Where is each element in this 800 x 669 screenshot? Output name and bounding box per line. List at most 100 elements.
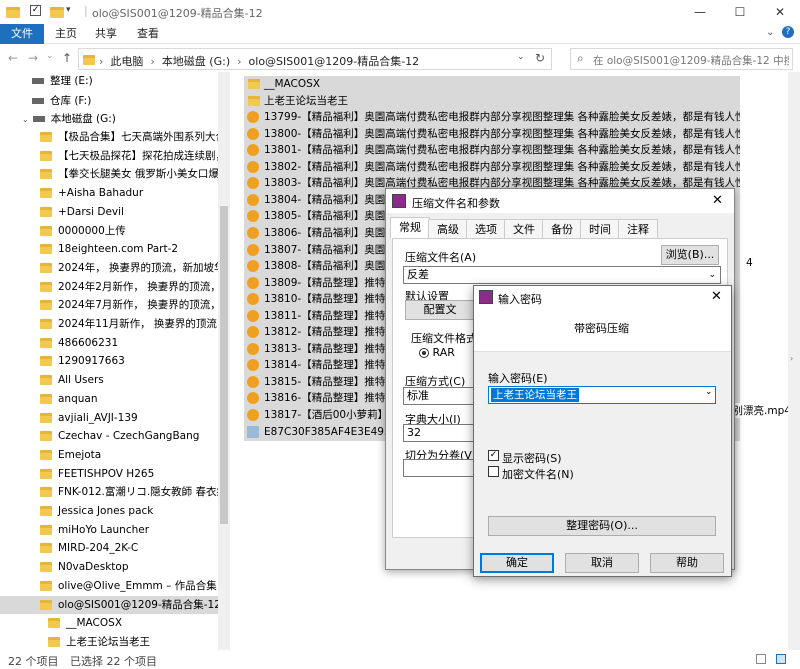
- back-icon[interactable]: ←: [8, 51, 18, 65]
- nav-folder-item[interactable]: N0vaDesktop: [40, 558, 218, 576]
- nav-folder-item[interactable]: 2024年， 换妻界的顶流，新加坡华裔【: [40, 259, 218, 277]
- minimize-button[interactable]: —: [680, 0, 720, 24]
- profiles-button[interactable]: 配置文: [405, 300, 475, 320]
- up-icon[interactable]: ↑: [62, 51, 72, 65]
- nav-folder-item[interactable]: MIRD-204_2K-C: [40, 539, 218, 557]
- file-row[interactable]: 13801-【精品福利】奥園高端付费私密电报群内部分享视图整理集 各种露脸美女反…: [244, 142, 740, 160]
- encrypt-names-checkbox[interactable]: [488, 466, 499, 477]
- ok-button[interactable]: 确定: [480, 553, 554, 573]
- format-rar-radio[interactable]: RAR: [419, 346, 455, 359]
- archive-close-icon[interactable]: ✕: [712, 193, 723, 208]
- tab-share[interactable]: 共享: [88, 24, 124, 44]
- recent-locations-icon[interactable]: ⌄: [46, 51, 54, 61]
- split-volumes-input[interactable]: [403, 459, 475, 477]
- nav-folder-item[interactable]: FNK-012.富潮リコ.隠女教師 春衣痴漢: [40, 483, 218, 501]
- nav-folder-item[interactable]: 2024年11月新作， 换妻界的顶流，【爱: [40, 315, 218, 333]
- expand-arrow-icon[interactable]: ⌄: [22, 115, 29, 124]
- tab-comment[interactable]: 注释: [618, 219, 658, 239]
- tab-backup[interactable]: 备份: [542, 219, 582, 239]
- nav-folder-item[interactable]: Emejota: [40, 446, 218, 464]
- file-row[interactable]: 13799-【精品福利】奥園高端付费私密电报群内部分享视图整理集 各种露脸美女反…: [244, 109, 740, 127]
- nav-drive-g[interactable]: ⌄ 本地磁盘 (G:): [22, 110, 116, 128]
- nav-folder-item[interactable]: __MACOSX: [48, 614, 218, 632]
- properties-check-icon[interactable]: ✓: [30, 5, 41, 16]
- nav-scrollbar[interactable]: [218, 72, 230, 650]
- cancel-button[interactable]: 取消: [565, 553, 639, 573]
- nav-drive-f[interactable]: 仓库 (F:): [32, 92, 91, 110]
- file-name: 上老王论坛当老王: [264, 94, 348, 107]
- close-window-button[interactable]: ✕: [760, 0, 800, 24]
- nav-folder-item[interactable]: Czechav - CzechGangBang: [40, 427, 218, 445]
- forward-icon[interactable]: →: [28, 51, 38, 65]
- help-button[interactable]: 帮助: [650, 553, 724, 573]
- password-input[interactable]: 上老王论坛当老王 ⌄: [488, 386, 716, 404]
- large-icons-view-icon[interactable]: [776, 654, 786, 664]
- nav-folder-item[interactable]: 【七天极品探花】探花拍成连续剧，七天: [40, 147, 218, 165]
- address-bar[interactable]: › 此电脑 › 本地磁盘 (G:) › olo@SIS001@1209-精品合集…: [78, 48, 552, 70]
- file-row[interactable]: __MACOSX: [244, 76, 740, 93]
- nav-folder-item[interactable]: 486606231: [40, 334, 218, 352]
- breadcrumb-this-pc[interactable]: 此电脑: [110, 55, 143, 68]
- address-dropdown-icon[interactable]: ⌄: [517, 52, 525, 62]
- nav-folder-item[interactable]: avjiali_AVJI-139: [40, 409, 218, 427]
- password-close-icon[interactable]: ✕: [711, 289, 722, 304]
- tab-home[interactable]: 主页: [48, 24, 84, 44]
- nav-folder-item[interactable]: 2024年7月新作， 换妻界的顶流，新加坡: [40, 296, 218, 314]
- nav-folder-item[interactable]: 2024年2月新作， 换妻界的顶流，新加坡: [40, 278, 218, 296]
- dict-size-value: 32: [407, 426, 421, 439]
- file-row[interactable]: 上老王论坛当老王: [244, 92, 740, 110]
- nav-folder-item[interactable]: 【极品合集】七天高端外围系列大合集: [40, 128, 218, 146]
- tab-advanced[interactable]: 高级: [428, 219, 468, 239]
- nav-folder-item[interactable]: 【拳交长腿美女 俄罗斯小美女口爆足交: [40, 165, 218, 183]
- folder-icon: [40, 244, 52, 255]
- browse-button[interactable]: 浏览(B)...: [661, 245, 719, 265]
- customize-quick-access-icon[interactable]: ▾: [66, 5, 80, 17]
- nav-folder-item[interactable]: 18eighteen.com Part-2: [40, 240, 218, 258]
- ribbon-expand-icon[interactable]: ⌄: [766, 27, 774, 38]
- tab-general[interactable]: 常规: [390, 217, 430, 239]
- nav-folder-item[interactable]: 上老王论坛当老王: [48, 633, 218, 650]
- nav-folder-item[interactable]: 0000000上传: [40, 222, 218, 240]
- nav-folder-item[interactable]: olive@Olive_Emmm – 作品合集 [22.5G: [40, 577, 218, 595]
- nav-scroll-thumb[interactable]: [220, 206, 228, 524]
- file-list-scrollbar[interactable]: ›: [788, 72, 800, 650]
- tab-time[interactable]: 时间: [580, 219, 620, 239]
- breadcrumb-current-folder[interactable]: olo@SIS001@1209-精品合集-12: [249, 55, 420, 68]
- nav-folder-item[interactable]: 1290917663: [40, 352, 218, 370]
- nav-folder-item[interactable]: anquan: [40, 390, 218, 408]
- tab-file[interactable]: 文件: [0, 24, 44, 44]
- chevron-down-icon[interactable]: ⌄: [708, 267, 716, 283]
- winrar-icon: [479, 290, 493, 304]
- search-box[interactable]: ⌕ 在 olo@SIS001@1209-精品合集-12 中搜索: [570, 48, 793, 70]
- details-view-icon[interactable]: [756, 654, 766, 664]
- new-folder-icon[interactable]: [50, 5, 64, 18]
- method-select[interactable]: 标准: [403, 387, 475, 405]
- folder-icon: [40, 468, 52, 479]
- archive-name-input[interactable]: 反差 ⌄: [403, 266, 721, 284]
- breadcrumb-drive-g[interactable]: 本地磁盘 (G:): [162, 55, 230, 68]
- file-row[interactable]: 13800-【精品福利】奥園高端付费私密电报群内部分享视图整理集 各种露脸美女反…: [244, 125, 740, 143]
- nav-folder-label: MIRD-204_2K-C: [58, 542, 139, 555]
- show-password-checkbox[interactable]: ✓: [488, 450, 499, 461]
- nav-folder-item[interactable]: Jessica Jones pack: [40, 502, 218, 520]
- chevron-down-icon[interactable]: ⌄: [705, 387, 713, 397]
- scroll-arrow-icon[interactable]: ›: [790, 354, 793, 363]
- nav-folder-item[interactable]: olo@SIS001@1209-精品合集-12: [0, 595, 218, 614]
- refresh-icon[interactable]: ↻: [535, 51, 545, 65]
- nav-folder-item[interactable]: +Darsi Devil: [40, 203, 218, 221]
- nav-folder-item[interactable]: All Users: [40, 371, 218, 389]
- nav-folder-item[interactable]: miHoYo Launcher: [40, 521, 218, 539]
- nav-folder-item[interactable]: FEETISHPOV H265: [40, 465, 218, 483]
- maximize-button[interactable]: ☐: [720, 0, 760, 24]
- file-name: 13801-【精品福利】奥園高端付费私密电报群内部分享视图整理集 各种露脸美女反…: [264, 144, 740, 157]
- nav-drive-e[interactable]: 整理 (E:): [32, 72, 93, 90]
- file-row[interactable]: 13802-【精品福利】奥園高端付费私密电报群内部分享视图整理集 各种露脸美女反…: [244, 158, 740, 176]
- tab-files[interactable]: 文件: [504, 219, 544, 239]
- tab-view[interactable]: 查看: [130, 24, 166, 44]
- tab-options[interactable]: 选项: [466, 219, 506, 239]
- dict-size-select[interactable]: 32: [403, 424, 475, 442]
- video-file-icon: [247, 177, 259, 190]
- organize-passwords-button[interactable]: 整理密码(O)...: [488, 516, 716, 536]
- nav-folder-item[interactable]: +Aisha Bahadur: [40, 184, 218, 202]
- help-icon[interactable]: ?: [782, 26, 794, 38]
